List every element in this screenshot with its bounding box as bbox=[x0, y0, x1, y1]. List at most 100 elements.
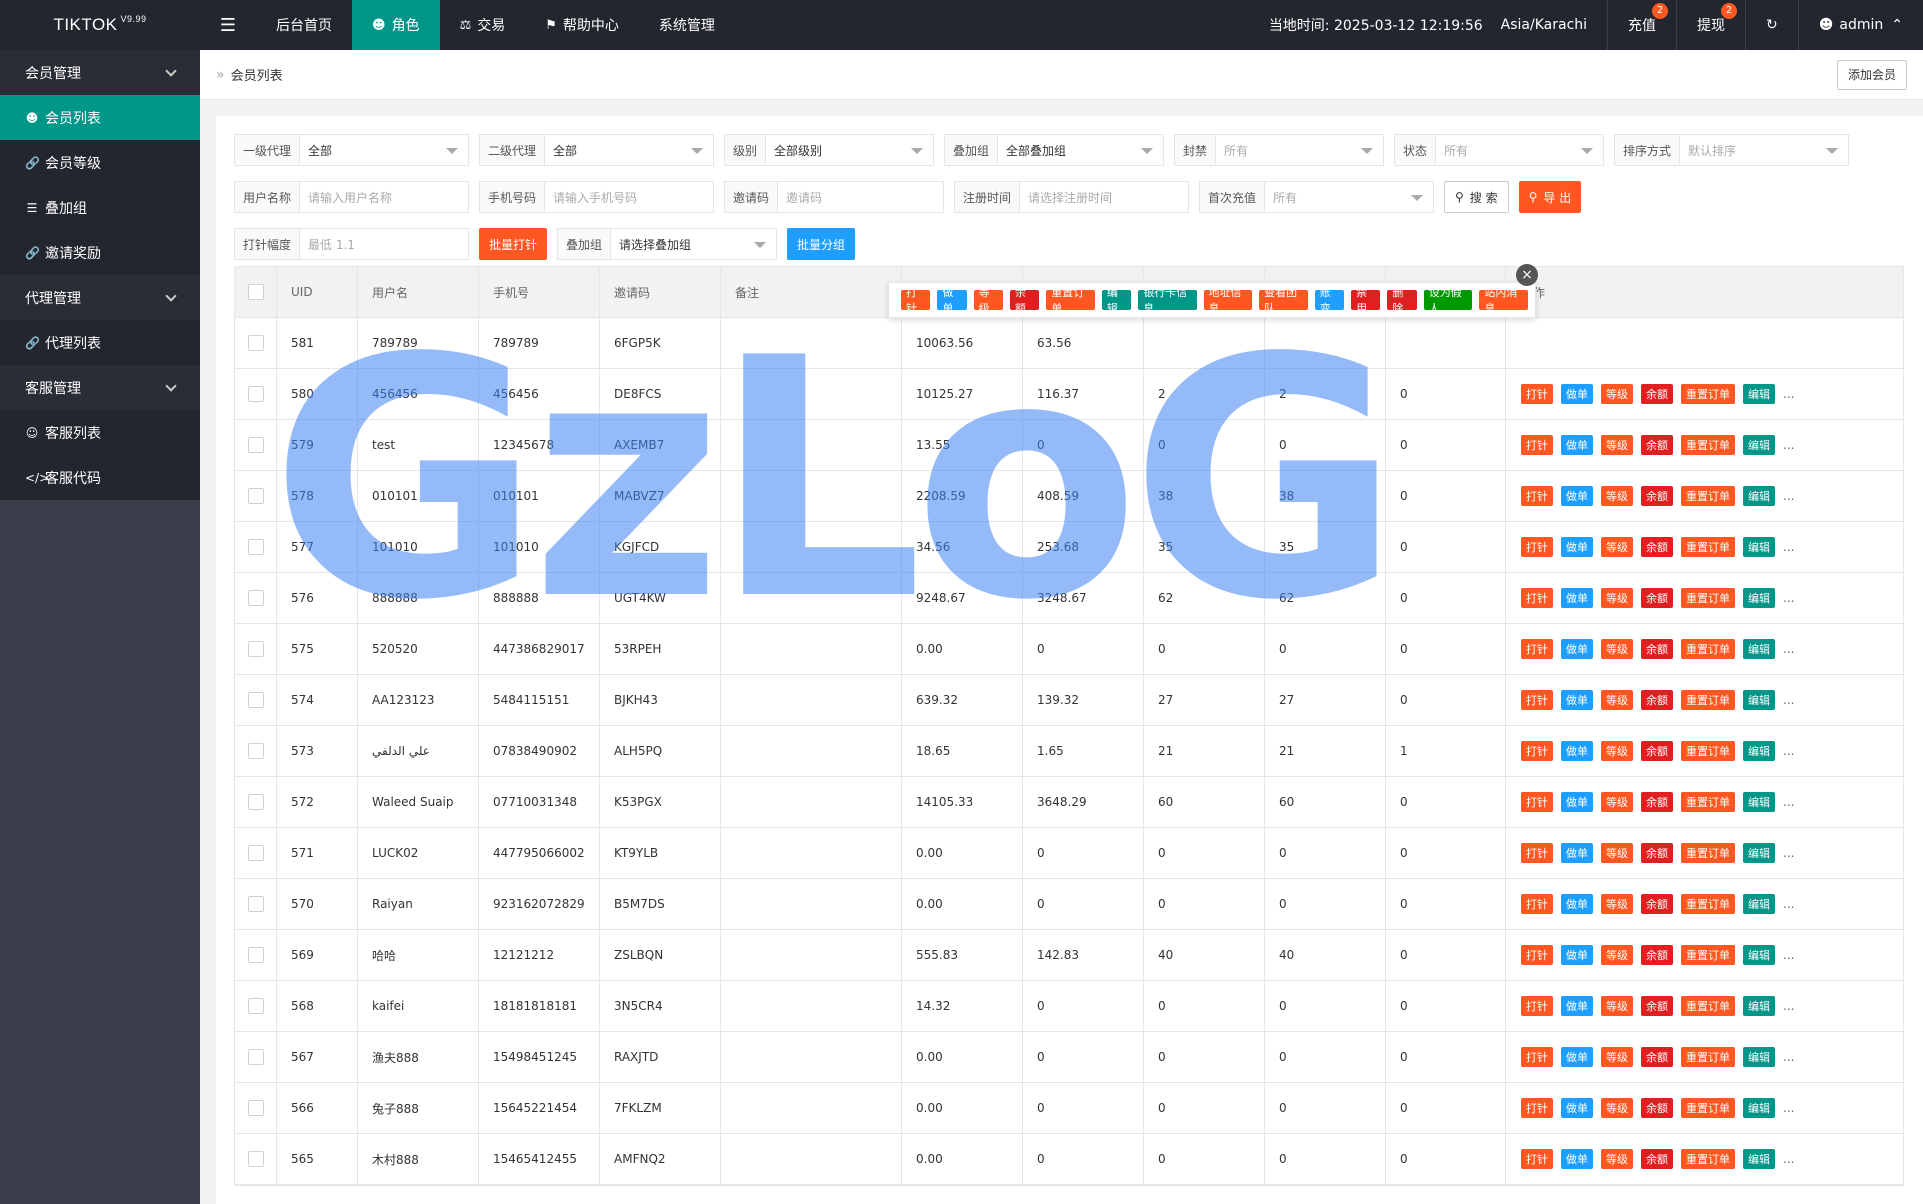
edit-button[interactable]: 编辑 bbox=[1743, 588, 1775, 608]
username-input[interactable]: 请输入用户名称 bbox=[300, 182, 468, 212]
balance-button[interactable]: 余额 bbox=[1641, 843, 1673, 863]
popup-action-button[interactable]: 银行卡信息 bbox=[1138, 286, 1197, 315]
popup-action-button[interactable]: 账变 bbox=[1314, 286, 1345, 315]
level-button[interactable]: 等级 bbox=[1601, 639, 1633, 659]
sidebar-item-member-list[interactable]: ☻ 会员列表 bbox=[0, 95, 200, 140]
row-checkbox[interactable] bbox=[247, 437, 264, 453]
punch-button[interactable]: 打针 bbox=[1521, 1149, 1553, 1169]
invite-input[interactable]: 邀请码 bbox=[778, 182, 943, 212]
punch-range-input[interactable]: 最低 1.1 bbox=[300, 229, 468, 259]
make-order-button[interactable]: 做单 bbox=[1561, 843, 1593, 863]
punch-button[interactable]: 打针 bbox=[1521, 690, 1553, 710]
row-checkbox[interactable] bbox=[247, 641, 264, 657]
balance-button[interactable]: 余额 bbox=[1641, 1047, 1673, 1067]
edit-button[interactable]: 编辑 bbox=[1743, 639, 1775, 659]
regtime-input[interactable]: 请选择注册时间 bbox=[1020, 182, 1188, 212]
edit-button[interactable]: 编辑 bbox=[1743, 1047, 1775, 1067]
level-button[interactable]: 等级 bbox=[1601, 1047, 1633, 1067]
edit-button[interactable]: 编辑 bbox=[1743, 537, 1775, 557]
nav-trade[interactable]: ⚖ 交易 bbox=[440, 0, 526, 50]
level-button[interactable]: 等级 bbox=[1601, 537, 1633, 557]
popup-action-button[interactable]: 做单 bbox=[937, 286, 967, 315]
refresh-button[interactable]: ↻ bbox=[1745, 0, 1798, 50]
user-menu[interactable]: ☻ admin ⌃ bbox=[1797, 0, 1923, 50]
edit-button[interactable]: 编辑 bbox=[1743, 1149, 1775, 1169]
level-select[interactable]: 级别 全部级别 bbox=[724, 134, 934, 166]
popup-action-button[interactable]: 禁用 bbox=[1351, 286, 1381, 315]
row-checkbox[interactable] bbox=[247, 947, 264, 963]
group-select[interactable]: 叠加组 请选择叠加组 bbox=[557, 228, 778, 260]
punch-button[interactable]: 打针 bbox=[1521, 792, 1553, 812]
make-order-button[interactable]: 做单 bbox=[1561, 588, 1593, 608]
agent1-select[interactable]: 一级代理 全部 bbox=[234, 134, 469, 166]
level-button[interactable]: 等级 bbox=[1601, 486, 1633, 506]
popup-action-button[interactable]: 站内消息 bbox=[1479, 286, 1528, 315]
edit-button[interactable]: 编辑 bbox=[1743, 435, 1775, 455]
more-actions-button[interactable]: ... bbox=[1783, 846, 1794, 860]
level-button[interactable]: 等级 bbox=[1601, 945, 1633, 965]
level-button[interactable]: 等级 bbox=[1601, 996, 1633, 1016]
nav-role[interactable]: ☻ 角色 bbox=[352, 0, 440, 50]
reset-order-button[interactable]: 重置订单 bbox=[1681, 945, 1735, 965]
balance-button[interactable]: 余额 bbox=[1641, 741, 1673, 761]
make-order-button[interactable]: 做单 bbox=[1561, 894, 1593, 914]
balance-button[interactable]: 余额 bbox=[1641, 894, 1673, 914]
make-order-button[interactable]: 做单 bbox=[1561, 792, 1593, 812]
balance-button[interactable]: 余额 bbox=[1641, 537, 1673, 557]
batch-punch-button[interactable]: 批量打针 bbox=[479, 228, 548, 260]
row-checkbox[interactable] bbox=[247, 743, 264, 759]
popup-action-button[interactable]: 查看团队 bbox=[1259, 286, 1308, 315]
sidebar-group-service[interactable]: 客服管理 bbox=[0, 365, 200, 410]
punch-button[interactable]: 打针 bbox=[1521, 486, 1553, 506]
punch-button[interactable]: 打针 bbox=[1521, 894, 1553, 914]
punch-button[interactable]: 打针 bbox=[1521, 1047, 1553, 1067]
punch-button[interactable]: 打针 bbox=[1521, 588, 1553, 608]
make-order-button[interactable]: 做单 bbox=[1561, 690, 1593, 710]
reset-order-button[interactable]: 重置订单 bbox=[1681, 486, 1735, 506]
firstcharge-select[interactable]: 首次充值 所有 bbox=[1199, 181, 1434, 213]
make-order-button[interactable]: 做单 bbox=[1561, 639, 1593, 659]
reset-order-button[interactable]: 重置订单 bbox=[1681, 690, 1735, 710]
more-actions-button[interactable]: ... bbox=[1783, 1152, 1794, 1166]
popup-action-button[interactable]: 编辑 bbox=[1101, 286, 1132, 315]
punch-button[interactable]: 打针 bbox=[1521, 1098, 1553, 1118]
balance-button[interactable]: 余额 bbox=[1641, 384, 1673, 404]
popup-action-button[interactable]: 删除 bbox=[1387, 286, 1417, 315]
popup-action-button[interactable]: 重置订单 bbox=[1046, 286, 1095, 315]
reset-order-button[interactable]: 重置订单 bbox=[1681, 384, 1735, 404]
reset-order-button[interactable]: 重置订单 bbox=[1681, 1149, 1735, 1169]
make-order-button[interactable]: 做单 bbox=[1561, 741, 1593, 761]
reset-order-button[interactable]: 重置订单 bbox=[1681, 639, 1735, 659]
reset-order-button[interactable]: 重置订单 bbox=[1681, 792, 1735, 812]
edit-button[interactable]: 编辑 bbox=[1743, 1098, 1775, 1118]
add-member-button[interactable]: 添加会员 bbox=[1836, 59, 1907, 90]
punch-button[interactable]: 打针 bbox=[1521, 843, 1553, 863]
row-checkbox[interactable] bbox=[247, 1049, 264, 1065]
row-checkbox[interactable] bbox=[247, 998, 264, 1014]
level-button[interactable]: 等级 bbox=[1601, 1098, 1633, 1118]
sidebar-group-member[interactable]: 会员管理 bbox=[0, 50, 200, 95]
popup-action-button[interactable]: 余额 bbox=[1009, 286, 1040, 315]
withdraw-button[interactable]: 提现 2 bbox=[1676, 0, 1745, 50]
reset-order-button[interactable]: 重置订单 bbox=[1681, 996, 1735, 1016]
sidebar-item-invite-reward[interactable]: 🔗 邀请奖励 bbox=[0, 230, 200, 275]
phone-input[interactable]: 请输入手机号码 bbox=[545, 182, 713, 212]
punch-button[interactable]: 打针 bbox=[1521, 639, 1553, 659]
recharge-button[interactable]: 充值 2 bbox=[1607, 0, 1676, 50]
level-button[interactable]: 等级 bbox=[1601, 843, 1633, 863]
popup-action-button[interactable]: 打针 bbox=[901, 286, 931, 315]
level-button[interactable]: 等级 bbox=[1601, 384, 1633, 404]
reset-order-button[interactable]: 重置订单 bbox=[1681, 537, 1735, 557]
balance-button[interactable]: 余额 bbox=[1641, 435, 1673, 455]
row-checkbox[interactable] bbox=[247, 488, 264, 504]
menu-toggle-button[interactable]: ☰ bbox=[200, 0, 256, 50]
status-select[interactable]: 状态 所有 bbox=[1394, 134, 1604, 166]
edit-button[interactable]: 编辑 bbox=[1743, 486, 1775, 506]
more-actions-button[interactable]: ... bbox=[1783, 540, 1794, 554]
edit-button[interactable]: 编辑 bbox=[1743, 690, 1775, 710]
sort-select[interactable]: 排序方式 默认排序 bbox=[1614, 134, 1849, 166]
reset-order-button[interactable]: 重置订单 bbox=[1681, 1098, 1735, 1118]
nav-help[interactable]: ⚑ 帮助中心 bbox=[525, 0, 639, 50]
popup-action-button[interactable]: 地址信息 bbox=[1203, 286, 1253, 315]
export-button[interactable]: ⚲ 导 出 bbox=[1518, 181, 1582, 213]
